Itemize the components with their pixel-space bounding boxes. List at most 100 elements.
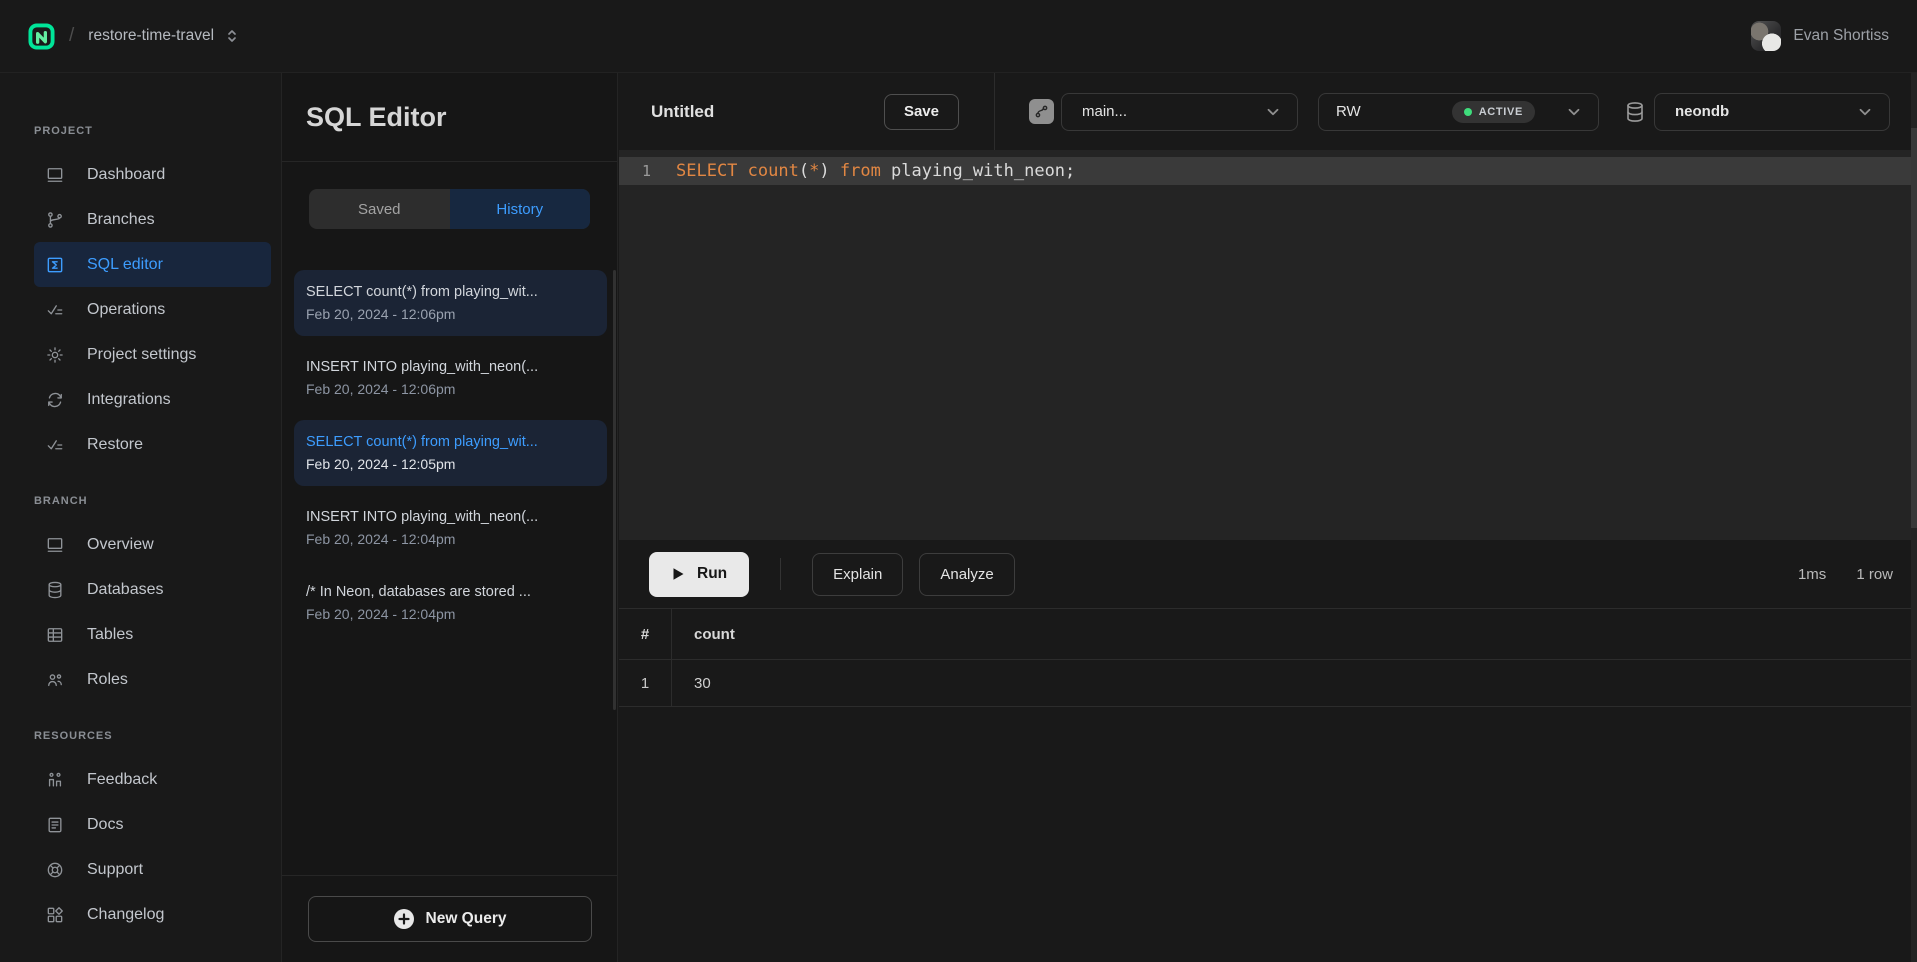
sidebar-item-label: Docs	[87, 816, 123, 834]
neon-console: / restore-time-travel Evan Shortiss PROJ…	[0, 0, 1917, 962]
actions-divider	[780, 558, 781, 590]
operations-icon	[45, 300, 65, 320]
run-button[interactable]: Run	[649, 552, 749, 597]
sidebar-item-changelog[interactable]: Changelog	[34, 892, 271, 937]
roles-icon	[45, 670, 65, 690]
chevron-up-down-icon	[224, 28, 240, 44]
analyze-button[interactable]: Analyze	[919, 553, 1014, 596]
integrations-icon	[45, 390, 65, 410]
compute-select[interactable]: RW ACTIVE	[1318, 93, 1599, 131]
sidebar-item-label: Branches	[87, 211, 155, 229]
line-number: 1	[619, 162, 676, 180]
history-list: SELECT count(*) from playing_wit... Feb …	[282, 270, 617, 875]
sidebar-item-branches[interactable]: Branches	[34, 197, 271, 242]
sidebar-section-resources: RESOURCES Feedback Docs Support Changelo…	[34, 730, 281, 937]
databases-icon	[45, 580, 65, 600]
sidebar-item-sql-editor[interactable]: SQL editor	[34, 242, 271, 287]
new-query-label: New Query	[426, 910, 507, 928]
sidebar-item-overview[interactable]: Overview	[34, 522, 271, 567]
user-name: Evan Shortiss	[1793, 27, 1889, 45]
sidebar-item-label: SQL editor	[87, 256, 163, 274]
history-item[interactable]: SELECT count(*) from playing_wit... Feb …	[294, 270, 607, 336]
sidebar-item-label: Overview	[87, 536, 154, 554]
sidebar-item-label: Tables	[87, 626, 133, 644]
project-switcher[interactable]: restore-time-travel	[88, 27, 240, 45]
sidebar-item-feedback[interactable]: Feedback	[34, 757, 271, 802]
dashboard-icon	[45, 165, 65, 185]
chevron-down-icon	[1264, 103, 1282, 121]
plus-circle-icon	[393, 908, 415, 930]
query-panel: SQL Editor Saved History SELECT count(*)…	[281, 73, 618, 962]
history-item[interactable]: INSERT INTO playing_with_neon(... Feb 20…	[294, 345, 607, 411]
chevron-down-icon	[1565, 103, 1583, 121]
query-row-count: 1 row	[1856, 566, 1893, 583]
compute-status-label: ACTIVE	[1479, 106, 1523, 118]
sidebar-section-branch: BRANCH Overview Databases Tables Roles	[34, 495, 281, 702]
history-item[interactable]: INSERT INTO playing_with_neon(... Feb 20…	[294, 495, 607, 561]
overview-icon	[45, 535, 65, 555]
tab-history[interactable]: History	[450, 189, 591, 229]
main-area: Untitled Save main... RW ACTIVE	[619, 73, 1917, 962]
query-panel-footer: New Query	[282, 875, 617, 962]
sidebar-item-docs[interactable]: Docs	[34, 802, 271, 847]
history-query: INSERT INTO playing_with_neon(...	[306, 506, 595, 528]
save-button[interactable]: Save	[884, 94, 959, 130]
sidebar-item-label: Integrations	[87, 391, 171, 409]
sql-editor-icon	[45, 255, 65, 275]
code-line[interactable]: 1 SELECT count(*) from playing_with_neon…	[619, 157, 1917, 185]
sidebar-item-label: Databases	[87, 581, 164, 599]
saved-history-tabs: Saved History	[309, 189, 590, 229]
branches-icon	[45, 210, 65, 230]
explain-button[interactable]: Explain	[812, 553, 903, 596]
database-select[interactable]: neondb	[1654, 93, 1890, 131]
top-bar: / restore-time-travel Evan Shortiss	[0, 0, 1917, 73]
new-query-button[interactable]: New Query	[308, 896, 592, 942]
sidebar-item-tables[interactable]: Tables	[34, 612, 271, 657]
table-row: 1 30	[619, 660, 1917, 707]
branch-select[interactable]: main...	[1061, 93, 1298, 131]
tab-saved[interactable]: Saved	[309, 189, 450, 229]
editor-toolbar: Untitled Save main... RW ACTIVE	[619, 73, 1917, 150]
history-item[interactable]: SELECT count(*) from playing_wit... Feb …	[294, 420, 607, 486]
history-timestamp: Feb 20, 2024 - 12:04pm	[306, 603, 595, 625]
user-avatar[interactable]	[1751, 21, 1781, 51]
page-scrollbar-thumb[interactable]	[1911, 128, 1917, 528]
sql-code-editor[interactable]: 1 SELECT count(*) from playing_with_neon…	[619, 150, 1917, 540]
sidebar-item-label: Operations	[87, 301, 165, 319]
history-item[interactable]: /* In Neon, databases are stored ... Feb…	[294, 570, 607, 636]
project-name: restore-time-travel	[88, 27, 214, 45]
sidebar-item-integrations[interactable]: Integrations	[34, 377, 271, 422]
column-header-count: count	[672, 609, 1917, 659]
sidebar-item-label: Restore	[87, 436, 143, 454]
user-menu[interactable]: Evan Shortiss	[1751, 21, 1889, 51]
sidebar-item-project-settings[interactable]: Project settings	[34, 332, 271, 377]
sidebar-item-label: Support	[87, 861, 143, 879]
code-text: SELECT count(*) from playing_with_neon;	[676, 161, 1075, 181]
compute-select-value: RW	[1336, 103, 1361, 120]
column-header-index: #	[619, 609, 672, 659]
history-timestamp: Feb 20, 2024 - 12:06pm	[306, 303, 595, 325]
sidebar-item-support[interactable]: Support	[34, 847, 271, 892]
chevron-down-icon	[1856, 103, 1874, 121]
page-scrollbar[interactable]	[1911, 73, 1917, 962]
play-icon	[671, 567, 685, 581]
database-icon	[1623, 100, 1647, 124]
breadcrumb: / restore-time-travel	[28, 23, 240, 50]
history-scrollbar[interactable]	[613, 270, 616, 710]
sidebar-item-databases[interactable]: Databases	[34, 567, 271, 612]
sidebar-item-restore[interactable]: Restore	[34, 422, 271, 467]
sidebar-item-roles[interactable]: Roles	[34, 657, 271, 702]
history-timestamp: Feb 20, 2024 - 12:05pm	[306, 453, 595, 475]
feedback-icon	[45, 770, 65, 790]
section-label: BRANCH	[34, 495, 281, 515]
changelog-icon	[45, 905, 65, 925]
section-label: RESOURCES	[34, 730, 281, 750]
sidebar-item-dashboard[interactable]: Dashboard	[34, 152, 271, 197]
sidebar-item-operations[interactable]: Operations	[34, 287, 271, 332]
compute-status-badge: ACTIVE	[1452, 101, 1535, 123]
branch-select-value: main...	[1082, 103, 1127, 120]
query-duration: 1ms	[1798, 566, 1826, 583]
tables-icon	[45, 625, 65, 645]
neon-logo-icon[interactable]	[28, 23, 55, 50]
branch-icon	[1029, 99, 1054, 124]
